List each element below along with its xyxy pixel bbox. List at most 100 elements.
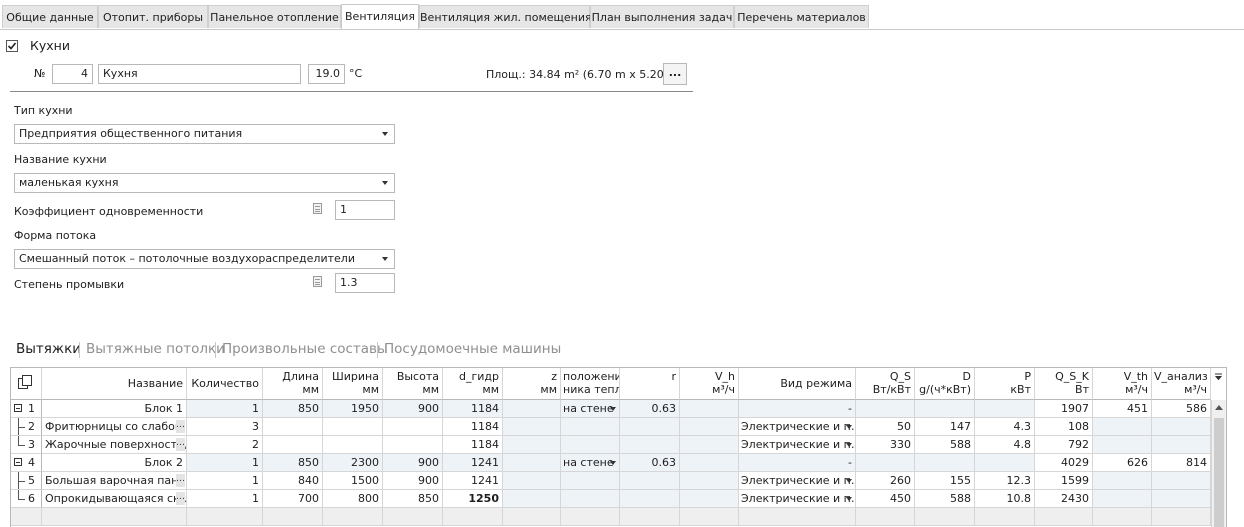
table-cell[interactable]: 626 xyxy=(1093,454,1152,472)
table-cell[interactable] xyxy=(383,418,443,436)
table-cell[interactable] xyxy=(561,508,620,526)
table-cell[interactable]: Большая варочная пан…… xyxy=(42,472,187,490)
table-cell[interactable]: 4.8 xyxy=(975,436,1035,454)
more-icon[interactable]: … xyxy=(176,474,185,487)
table-cell[interactable]: 1 xyxy=(187,490,263,508)
column-header[interactable]: Количество xyxy=(187,368,263,400)
table-cell[interactable] xyxy=(323,418,383,436)
table-cell[interactable] xyxy=(1093,490,1152,508)
table-cell[interactable] xyxy=(620,436,680,454)
table-cell[interactable]: 330 xyxy=(856,436,915,454)
table-cell[interactable]: 1184 xyxy=(443,436,503,454)
table-cell[interactable] xyxy=(1093,418,1152,436)
table-cell[interactable] xyxy=(503,400,561,418)
kitchen-name-select[interactable]: маленькая кухня xyxy=(14,173,395,193)
table-cell[interactable] xyxy=(263,508,323,526)
table-cell[interactable] xyxy=(620,508,680,526)
tab-heating-devices[interactable]: Отопит. приборы xyxy=(98,5,208,28)
kitchens-checkbox[interactable] xyxy=(6,40,18,52)
table-cell[interactable]: 850 xyxy=(263,454,323,472)
table-cell[interactable] xyxy=(975,454,1035,472)
tab-general-data[interactable]: Общие данные xyxy=(2,5,98,28)
table-cell[interactable] xyxy=(1093,508,1152,526)
flushing-field[interactable]: 1.3 xyxy=(335,273,395,293)
table-cell[interactable]: 588 xyxy=(915,436,975,454)
table-cell[interactable]: - xyxy=(739,454,856,472)
table-cell[interactable]: 850 xyxy=(383,490,443,508)
table-cell[interactable]: 588 xyxy=(915,490,975,508)
column-header[interactable]: Название xyxy=(42,368,187,400)
table-cell[interactable]: Фритюрницы со слабой…… xyxy=(42,418,187,436)
subtab-hood-ceilings[interactable]: Вытяжные потолки xyxy=(86,341,225,357)
room-name-field[interactable]: Кухня xyxy=(98,64,301,84)
table-cell[interactable]: 12.3 xyxy=(975,472,1035,490)
table-cell[interactable]: 450 xyxy=(856,490,915,508)
column-header[interactable]: Вид режима xyxy=(739,368,856,400)
table-cell[interactable] xyxy=(1152,508,1211,526)
table-cell[interactable] xyxy=(1152,472,1211,490)
column-header[interactable]: V_h м³/ч xyxy=(680,368,739,400)
table-cell[interactable]: 10.8 xyxy=(975,490,1035,508)
chevron-down-icon[interactable] xyxy=(846,443,852,447)
table-cell[interactable]: 1184 xyxy=(443,400,503,418)
table-cell[interactable]: 108 xyxy=(1035,418,1093,436)
table-cell[interactable] xyxy=(263,418,323,436)
table-cell[interactable]: 840 xyxy=(263,472,323,490)
table-cell[interactable]: Блок 2 xyxy=(42,454,187,472)
table-cell[interactable]: 1241 xyxy=(443,454,503,472)
table-cell[interactable] xyxy=(503,454,561,472)
table-cell[interactable]: 1 xyxy=(187,472,263,490)
tab-materials-list[interactable]: Перечень материалов xyxy=(734,5,869,28)
column-header[interactable]: r xyxy=(620,368,680,400)
table-cell[interactable] xyxy=(1093,436,1152,454)
table-cell[interactable] xyxy=(561,472,620,490)
table-cell[interactable]: 147 xyxy=(915,418,975,436)
table-cell[interactable]: 1599 xyxy=(1035,472,1093,490)
chevron-down-icon[interactable] xyxy=(610,461,616,465)
table-cell[interactable] xyxy=(383,436,443,454)
table-cell[interactable] xyxy=(1035,508,1093,526)
table-cell[interactable]: 451 xyxy=(1093,400,1152,418)
table-cell[interactable]: 2 xyxy=(187,436,263,454)
table-cell[interactable] xyxy=(383,508,443,526)
table-cell[interactable] xyxy=(680,400,739,418)
vertical-scrollbar[interactable] xyxy=(1211,400,1226,527)
table-cell[interactable] xyxy=(975,508,1035,526)
table-cell[interactable] xyxy=(739,508,856,526)
column-header[interactable]: z мм xyxy=(503,368,561,400)
table-cell[interactable] xyxy=(975,400,1035,418)
table-cell[interactable] xyxy=(443,508,503,526)
table-cell[interactable]: 900 xyxy=(383,454,443,472)
table-cell[interactable] xyxy=(1093,472,1152,490)
chevron-down-icon[interactable] xyxy=(846,497,852,501)
table-cell[interactable] xyxy=(323,436,383,454)
table-cell[interactable]: 4029 xyxy=(1035,454,1093,472)
column-header[interactable]: положениеника тепла xyxy=(561,368,620,400)
table-cell[interactable] xyxy=(856,454,915,472)
table-cell[interactable]: 155 xyxy=(915,472,975,490)
table-cell[interactable] xyxy=(503,508,561,526)
more-icon[interactable]: … xyxy=(176,420,185,433)
more-icon[interactable]: … xyxy=(176,492,185,505)
table-cell[interactable]: Электрические и п… xyxy=(739,418,856,436)
table-cell[interactable]: 1907 xyxy=(1035,400,1093,418)
table-cell[interactable]: Блок 1 xyxy=(42,400,187,418)
table-cell[interactable]: 586 xyxy=(1152,400,1211,418)
table-cell[interactable]: на стене xyxy=(561,454,620,472)
table-row[interactable]: 1 Блок 1 1 850 1950 900 1184 на стене 0.63 - 1907 4… xyxy=(11,400,1211,418)
table-cell[interactable] xyxy=(187,508,263,526)
table-cell[interactable]: 3 xyxy=(187,418,263,436)
table-cell[interactable]: 800 xyxy=(323,490,383,508)
calculator-icon[interactable] xyxy=(313,276,322,287)
table-cell[interactable] xyxy=(503,418,561,436)
table-cell[interactable]: 260 xyxy=(856,472,915,490)
table-row[interactable]: 5 Большая варочная пан…… 1 840 1500 900 1241 Эл… xyxy=(11,472,1211,490)
table-cell[interactable] xyxy=(915,400,975,418)
table-cell[interactable] xyxy=(11,508,42,526)
table-cell[interactable]: 2300 xyxy=(323,454,383,472)
collapse-icon[interactable] xyxy=(14,458,22,466)
table-row[interactable]: 3 Жарочные поверхности,…… 2 1184 Электрическ… xyxy=(11,436,1211,454)
table-cell[interactable]: - xyxy=(739,400,856,418)
table-cell[interactable]: 814 xyxy=(1152,454,1211,472)
table-cell[interactable]: 1500 xyxy=(323,472,383,490)
